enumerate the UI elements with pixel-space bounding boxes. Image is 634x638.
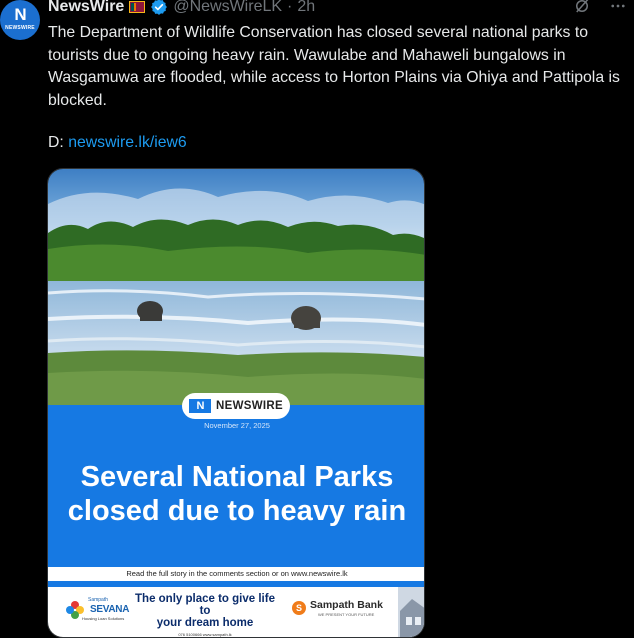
bank-name: Sampath Bank <box>310 599 383 611</box>
tweet-text: The Department of Wildlife Conservation … <box>48 24 625 109</box>
article-date: November 27, 2025 <box>204 421 270 430</box>
sevana-subtitle: Housing Loan Solutions <box>82 616 125 621</box>
timestamp[interactable]: 2h <box>297 0 315 16</box>
headline: Several National Parks closed due to hea… <box>48 460 424 528</box>
ad-slogan: The only place to give life to your drea… <box>135 593 275 629</box>
sampath-ad: Sampath SEVANA Housing Loan Solutions Th… <box>48 587 424 637</box>
sevana-name: SEVANA <box>90 604 130 615</box>
house-image <box>398 587 424 637</box>
headline-panel: N NEWSWIRE November 27, 2025 Several Nat… <box>48 393 424 567</box>
separator-dot: · <box>287 0 293 15</box>
tweet-media[interactable]: N NEWSWIRE November 27, 2025 Several Nat… <box>47 168 425 638</box>
newswire-logo-icon: N <box>189 399 212 413</box>
sevana-logo: Sampath SEVANA Housing Loan Solutions <box>60 595 130 631</box>
elephants-photo <box>48 169 424 405</box>
headline-line-2: closed due to heavy rain <box>67 495 407 527</box>
display-name[interactable]: NewsWire <box>48 0 124 16</box>
tweet-actions-top <box>572 0 628 16</box>
headline-line-1: Several National Parks <box>80 461 394 493</box>
newswire-logo: N NEWSWIRE <box>182 393 290 419</box>
avatar-brand: NEWSWIRE <box>5 25 35 31</box>
tweet-header: NewsWire @NewsWireLK · 2h <box>48 0 315 18</box>
sri-lanka-flag-icon <box>129 1 146 13</box>
ad-contact: 076 5100666 www.sampath.lk <box>178 632 232 637</box>
bank-tagline: WE PRESENT YOUR FUTURE <box>318 612 375 617</box>
sevana-brand: Sampath <box>88 597 109 603</box>
tweet-link-line: D: newswire.lk/iew6 <box>48 134 187 152</box>
more-icon[interactable] <box>608 0 628 16</box>
link-prefix: D: <box>48 134 64 151</box>
verified-badge-icon[interactable] <box>150 0 168 16</box>
sampath-bank-logo-icon: S <box>292 601 306 615</box>
tweet-link[interactable]: newswire.lk/iew6 <box>68 134 187 151</box>
read-more-banner: Read the full story in the comments sect… <box>48 567 424 581</box>
avatar[interactable]: N NEWSWIRE <box>0 0 40 40</box>
ad-message: The only place to give life to your drea… <box>130 593 280 637</box>
grok-icon[interactable] <box>572 0 592 16</box>
avatar-logo: N <box>14 5 26 24</box>
handle[interactable]: @NewsWireLK <box>173 0 282 16</box>
newswire-wordmark: NEWSWIRE <box>216 400 283 412</box>
